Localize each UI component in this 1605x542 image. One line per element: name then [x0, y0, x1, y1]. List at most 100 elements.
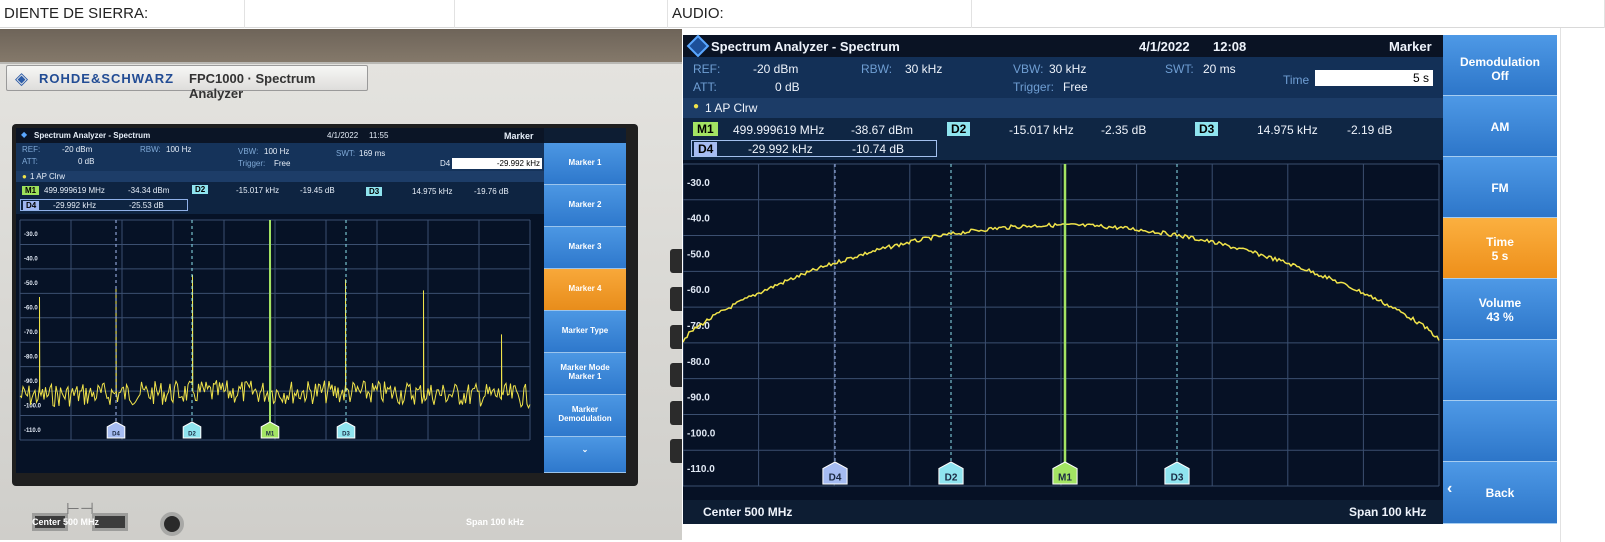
rbw-value[interactable]: 30 kHz: [905, 62, 942, 76]
ref-value[interactable]: -20 dBm: [62, 145, 92, 154]
softkey-blank-1[interactable]: [1443, 340, 1557, 401]
d3-level: -19.76 dB: [474, 187, 509, 196]
d4-row-box[interactable]: D4 -29.992 kHz -10.74 dB: [691, 140, 937, 157]
trace-mode: 1 AP Clrw: [705, 101, 758, 115]
d2-level: -2.35 dB: [1101, 123, 1147, 137]
att-value[interactable]: 0 dB: [775, 80, 800, 94]
app-logo-icon: [686, 34, 710, 58]
trace-dot-icon: ●: [693, 101, 700, 112]
softkey-demodulation[interactable]: Demodulation Off: [1443, 35, 1557, 96]
y-tick-label: -50.0: [24, 281, 38, 287]
cell-c1[interactable]: [455, 0, 668, 28]
vbw-value[interactable]: 100 Hz: [264, 147, 289, 156]
brand-logo-icon: ◈: [15, 69, 29, 88]
span[interactable]: Span 100 kHz: [1349, 505, 1426, 519]
brand-name: ROHDE&SCHWARZ: [39, 71, 175, 86]
y-tick-label: -50.0: [687, 249, 710, 260]
marker-table: M1 499.999619 MHz -38.67 dBm D2 -15.017 …: [683, 118, 1443, 160]
sheet-header-row: DIENTE DE SIERRA: AUDIO:: [0, 0, 1605, 28]
hardkey[interactable]: [670, 249, 682, 273]
cell-a1[interactable]: DIENTE DE SIERRA:: [0, 0, 245, 28]
rbw-label: RBW:: [861, 62, 893, 76]
span[interactable]: Span 100 kHz: [466, 517, 524, 527]
m1-level: -38.67 dBm: [851, 123, 914, 137]
date: 4/1/2022: [1139, 39, 1190, 54]
time: 11:55: [369, 131, 389, 140]
cell-b1[interactable]: [245, 0, 455, 28]
marker-tag-d4: D4: [694, 142, 718, 156]
softkey-marker-demod[interactable]: Marker Demodulation: [544, 395, 626, 437]
softkey-marker-type[interactable]: Marker Type: [544, 311, 626, 353]
cell-d1[interactable]: AUDIO:: [668, 0, 972, 28]
hardkey[interactable]: [670, 401, 682, 425]
softkey-marker-1[interactable]: Marker 1: [544, 143, 626, 185]
d2-freq: -15.017 kHz: [1009, 123, 1074, 137]
trigger-value[interactable]: Free: [1063, 80, 1088, 94]
swt-value[interactable]: 169 ms: [359, 149, 385, 158]
att-label: ATT:: [22, 157, 38, 166]
rbw-value[interactable]: 100 Hz: [166, 145, 191, 154]
hardkey[interactable]: [670, 325, 682, 349]
y-tick-label: -30.0: [687, 178, 710, 189]
vbw-label: VBW:: [238, 147, 259, 156]
softkey-am[interactable]: AM: [1443, 96, 1557, 157]
softkey-marker-3[interactable]: Marker 3: [544, 227, 626, 269]
softkey-time[interactable]: Time 5 s: [1443, 218, 1557, 279]
marker-tag-d3: D3: [366, 187, 383, 196]
softkey-fm[interactable]: FM: [1443, 157, 1557, 218]
ref-value[interactable]: -20 dBm: [753, 62, 798, 76]
y-tick-label: -80.0: [24, 354, 38, 360]
marker-flag-label: D3: [1171, 473, 1184, 484]
marker-flag-label: D3: [342, 432, 350, 438]
d4-freq: -29.992 kHz: [748, 142, 813, 156]
att-label: ATT:: [693, 80, 717, 94]
softkey-marker-mode[interactable]: Marker Mode Marker 1: [544, 353, 626, 395]
vbw-value[interactable]: 30 kHz: [1049, 62, 1086, 76]
m1-level: -34.34 dBm: [128, 186, 170, 195]
softkey-marker-2[interactable]: Marker 2: [544, 185, 626, 227]
usb-icon: ⊢⊣: [66, 501, 94, 518]
d2-freq: -15.017 kHz: [236, 186, 280, 195]
time-input[interactable]: 5 s: [1315, 70, 1433, 86]
brand-plate: ◈ ROHDE&SCHWARZ FPC1000 · Spectrum Analy…: [6, 65, 368, 101]
center-frequency[interactable]: Center 500 MHz: [703, 505, 792, 519]
d3-freq: 14.975 kHz: [1257, 123, 1318, 137]
marker-tag-d3: D3: [1195, 122, 1219, 136]
hardkey[interactable]: [670, 287, 682, 311]
y-tick-label: -110.0: [687, 464, 715, 475]
softkey-marker-4[interactable]: Marker 4: [544, 269, 626, 311]
marker-table: M1 499.999619 MHz -34.34 dBm D2 -15.017 …: [16, 182, 544, 214]
hardkey[interactable]: [670, 363, 682, 387]
d3-level: -2.19 dB: [1347, 123, 1393, 137]
swt-value[interactable]: 20 ms: [1203, 62, 1236, 76]
m1-freq: 499.999619 MHz: [44, 186, 105, 195]
marker-flag-label: D4: [829, 473, 842, 484]
d4-row-box[interactable]: D4 -29.992 kHz -25.53 dB: [20, 199, 188, 211]
left-spectrum-plot[interactable]: -30.0 -40.0 -50.0 -60.0 -70.0 -80.0 -90.0 -100.…: [16, 214, 544, 473]
instrument-photo[interactable]: ◈ ROHDE&SCHWARZ FPC1000 · Spectrum Analy…: [0, 29, 682, 540]
swt-label: SWT:: [1165, 62, 1194, 76]
right-spectrum-plot[interactable]: -30.0 -40.0 -50.0 -60.0 -70.0 -80.0 -90.0 -100.…: [682, 160, 1443, 500]
center-frequency[interactable]: Center 500 MHz: [32, 517, 99, 527]
marker-flag-label: D2: [945, 473, 958, 484]
marker-value-input[interactable]: -29.992 kHz: [452, 158, 542, 169]
hardkey[interactable]: [670, 439, 682, 463]
softkey-more[interactable]: ⌄: [544, 437, 626, 473]
swt-label: SWT:: [336, 149, 356, 158]
chevron-left-icon: ‹: [1447, 480, 1453, 497]
brand-model: FPC1000 · Spectrum Analyzer: [189, 71, 316, 101]
y-tick-label: -100.0: [687, 428, 716, 439]
softkey-back[interactable]: ‹ Back: [1443, 462, 1557, 524]
trace-info: ● 1 AP Clrw: [16, 171, 544, 182]
softkey-blank-2[interactable]: [1443, 401, 1557, 462]
time: 12:08: [1213, 39, 1247, 54]
softkey-volume[interactable]: Volume 43 %: [1443, 279, 1557, 340]
cell-e1[interactable]: [972, 0, 1605, 28]
trigger-value[interactable]: Free: [274, 159, 290, 168]
window-title: Spectrum Analyzer - Spectrum: [711, 39, 900, 54]
att-value[interactable]: 0 dB: [78, 157, 94, 166]
right-analyzer-screen: Spectrum Analyzer - Spectrum 4/1/2022 12…: [682, 34, 1557, 524]
left-analyzer-screen: ◆ Spectrum Analyzer - Spectrum 4/1/2022 …: [16, 128, 626, 473]
m1-freq: 499.999619 MHz: [733, 123, 825, 137]
ref-label: REF:: [693, 62, 721, 76]
